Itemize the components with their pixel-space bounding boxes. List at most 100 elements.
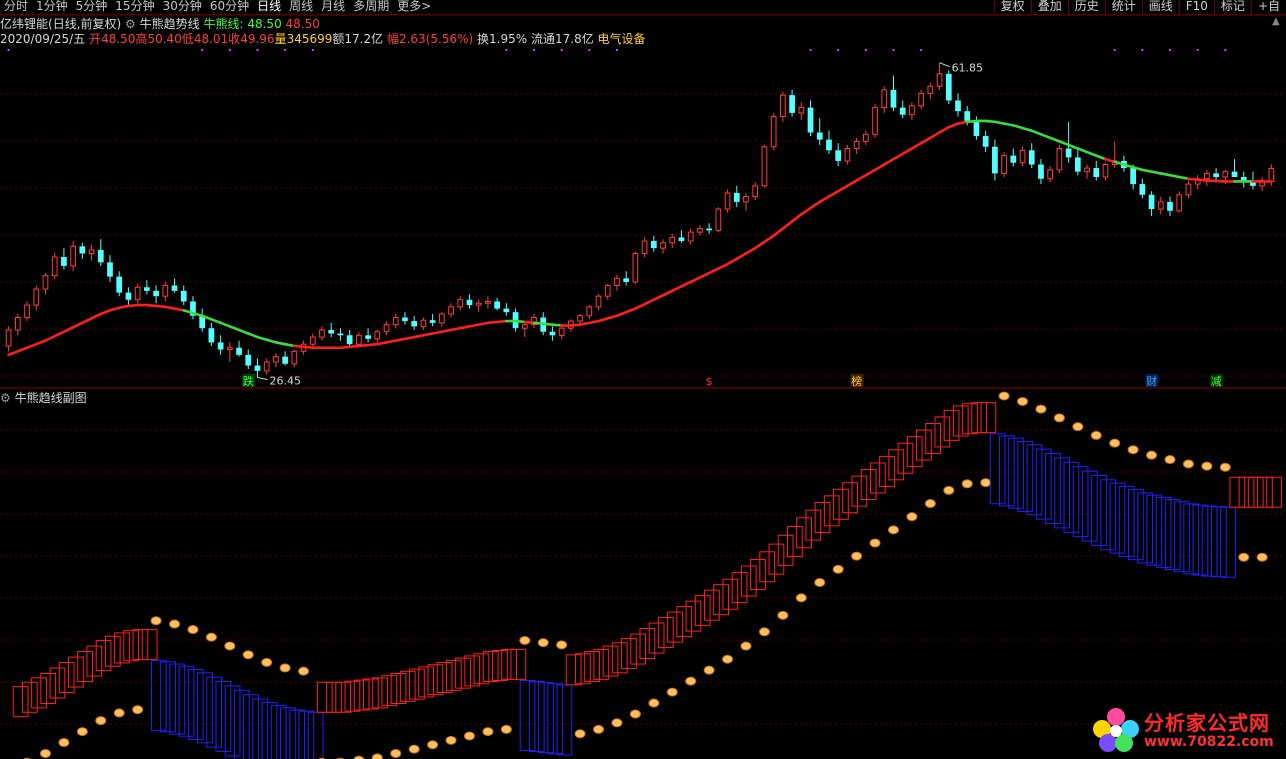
sub-chart-title[interactable]: 牛熊趋线副图: [15, 391, 87, 405]
trend-line-segment: [984, 119, 997, 124]
coin-mark: [814, 577, 826, 587]
candle-body: [927, 85, 934, 94]
coin-mark: [906, 512, 918, 522]
trend-line-segment: [403, 335, 416, 341]
coin-mark: [1072, 422, 1084, 432]
bear-box: [1210, 506, 1227, 578]
coin-mark: [1035, 404, 1047, 414]
candle-body: [715, 208, 722, 231]
trend-line-segment: [210, 317, 222, 325]
bear-box: [1063, 461, 1080, 533]
signal-dot: [228, 49, 231, 51]
coin-mark: [390, 748, 402, 758]
trend-line-segment: [919, 136, 932, 145]
trend-line-segment: [357, 343, 370, 348]
bull-box: [427, 664, 444, 696]
coin-mark: [1090, 430, 1102, 440]
candle-body: [936, 73, 943, 87]
trend-line-segment: [735, 252, 748, 261]
trend-line-segment: [993, 120, 1006, 125]
candle-body: [687, 231, 694, 242]
chart-canvas[interactable]: 61.85 26.45 跌 $ 榜 财 减: [0, 0, 1286, 759]
candle-body: [346, 335, 353, 345]
trend-line-segment: [1039, 132, 1052, 140]
candle-body: [899, 107, 906, 115]
candle-body: [1231, 171, 1238, 177]
candle-body: [918, 92, 924, 107]
signal-dot: [892, 49, 895, 51]
candle-body: [992, 146, 998, 174]
candle-body: [51, 256, 58, 277]
trend-line-segment: [1159, 172, 1172, 177]
bear-box: [206, 676, 223, 748]
bull-box: [464, 655, 481, 687]
high-marker-label: 61.85: [952, 62, 984, 75]
candle-body: [1222, 171, 1229, 178]
trend-line-segment: [541, 322, 554, 326]
trend-line-segment: [1150, 170, 1163, 175]
trend-line-segment: [1196, 178, 1209, 182]
trend-line-segment: [1076, 147, 1089, 154]
coin-mark: [95, 716, 107, 726]
candle-body: [282, 356, 288, 364]
trend-line-segment: [956, 120, 969, 125]
bull-box: [694, 595, 711, 627]
coin-mark: [1127, 445, 1139, 455]
candle-body: [365, 335, 371, 339]
coin-mark: [500, 724, 512, 734]
settings-circle-icon[interactable]: ⚙: [0, 391, 11, 405]
bull-box: [1229, 476, 1246, 508]
candle-body: [383, 324, 390, 333]
bear-box: [1174, 501, 1190, 573]
candle-body: [116, 276, 123, 293]
trend-line-segment: [965, 119, 978, 124]
candle-body: [79, 246, 86, 254]
coin-mark: [445, 735, 457, 745]
bull-box: [925, 423, 941, 455]
candle-body: [171, 285, 178, 291]
coin-mark: [242, 650, 254, 660]
bull-box: [759, 551, 776, 583]
trend-line-segment: [1187, 177, 1199, 181]
trend-line-segment: [339, 345, 351, 350]
bear-box: [224, 685, 241, 757]
candle-body: [558, 327, 565, 336]
trend-line-segment: [81, 317, 93, 325]
coin-mark: [869, 538, 881, 548]
candle-body: [402, 317, 408, 322]
candle-body: [337, 333, 344, 336]
trend-line-segment: [127, 303, 139, 308]
trend-line-segment: [846, 179, 858, 188]
bear-box: [1164, 499, 1181, 571]
bull-box: [906, 436, 923, 468]
trend-line-segment: [246, 332, 259, 339]
trend-line-segment: [698, 271, 711, 279]
candle-body: [392, 317, 399, 326]
bear-box: [169, 663, 186, 735]
signal-dot: [1196, 49, 1199, 51]
coin-mark: [1109, 438, 1121, 448]
bear-box: [160, 661, 176, 733]
trend-line-segment: [468, 323, 480, 328]
bull-box: [768, 543, 785, 575]
signal-dot: [920, 49, 923, 51]
trend-line-segment: [394, 337, 407, 342]
trend-line-segment: [1177, 175, 1190, 181]
trend-line-segment: [173, 307, 186, 312]
bull-box: [833, 488, 849, 520]
bull-box: [750, 558, 766, 590]
candle-body: [1074, 157, 1081, 172]
trend-line-segment: [864, 168, 877, 177]
trend-line-segment: [1021, 126, 1034, 133]
trend-line-segment: [256, 335, 268, 342]
candle-body: [429, 320, 436, 323]
coin-mark: [298, 666, 310, 676]
bull-box: [584, 651, 600, 683]
candle-body: [1250, 182, 1256, 186]
bull-box: [593, 648, 610, 680]
bull-box: [805, 509, 822, 541]
coin-mark: [279, 663, 291, 673]
trend-line-segment: [440, 328, 453, 334]
coin-mark: [777, 610, 789, 620]
bull-box: [667, 611, 683, 643]
